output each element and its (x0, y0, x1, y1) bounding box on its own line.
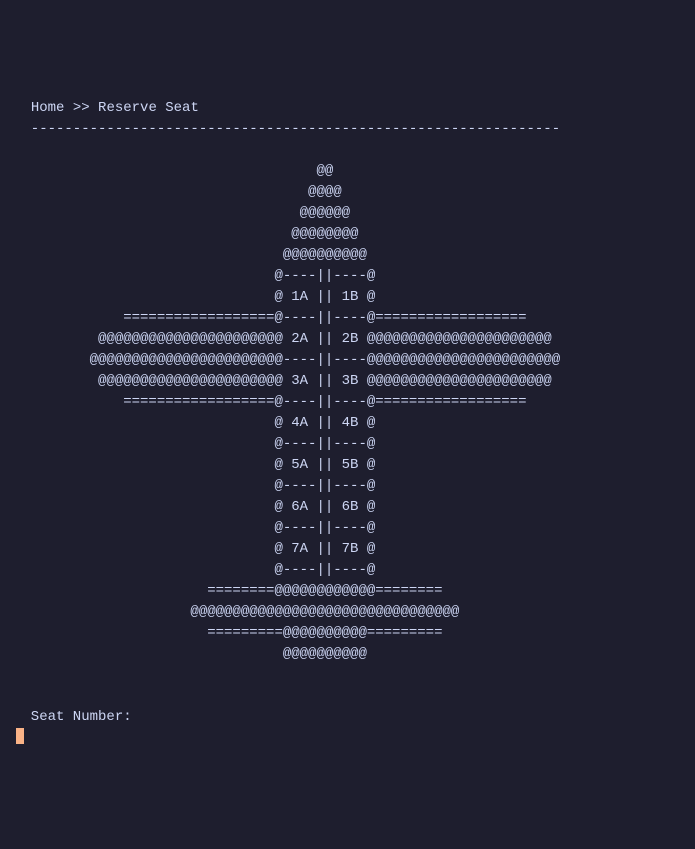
breadcrumb-current: Reserve Seat (98, 100, 199, 116)
breadcrumb: Home >> Reserve Seat (14, 100, 199, 116)
seat-number-input-wrap[interactable] (14, 728, 24, 744)
plane-ascii-art: @@ @@@@ @@@@@@ @@@@@@@@ @@@@@@@@@@ (14, 161, 681, 665)
seat-number-prompt-line (14, 728, 681, 744)
divider-line: ----------------------------------------… (14, 121, 560, 137)
seat-number-label: Seat Number: (14, 709, 132, 725)
terminal-screen: Home >> Reserve Seat -------------------… (14, 98, 681, 744)
breadcrumb-sep: >> (73, 100, 90, 116)
breadcrumb-home: Home (31, 100, 65, 116)
cursor-block (16, 728, 24, 744)
